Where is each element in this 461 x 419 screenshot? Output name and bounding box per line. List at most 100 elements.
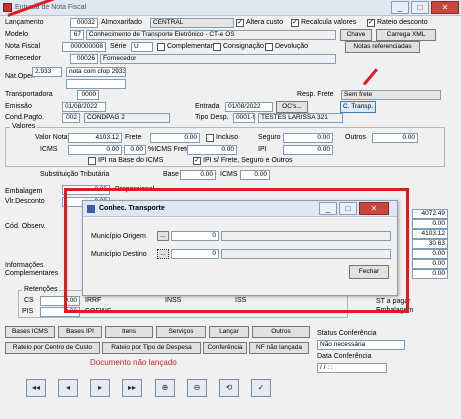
- modelo-label: Modelo: [5, 31, 28, 38]
- tab-conferencia[interactable]: Conferência: [203, 342, 247, 354]
- icms-frete-label: %ICMS Frete: [148, 146, 191, 153]
- tab-lancar[interactable]: Lançar: [209, 326, 249, 338]
- ipi-base-icms-checkbox[interactable]: [88, 157, 96, 165]
- incluso-label: Incluso: [216, 134, 239, 141]
- ipi-s-frete-checkbox[interactable]: ✓: [193, 157, 201, 165]
- vl-desconto-label: Vlr.Desconto: [5, 198, 45, 205]
- modal-maximize-button[interactable]: □: [339, 202, 357, 215]
- recalcula-valores-checkbox[interactable]: ✓: [291, 19, 299, 27]
- valor-nota-field[interactable]: 4103.12: [68, 133, 122, 143]
- resp-frete-select[interactable]: Sem frete: [341, 90, 441, 100]
- tab-rateio-centro-custo[interactable]: Rateio por Centro de Custo: [5, 342, 100, 354]
- serie-field[interactable]: U: [131, 42, 153, 52]
- fornecedor-name: Fornecedor: [100, 54, 336, 64]
- icms-frete-field[interactable]: 0.00: [124, 145, 146, 155]
- annotation-arrow-2: [362, 68, 379, 86]
- tab-servicos[interactable]: Serviços: [156, 326, 206, 338]
- municipio-origem-lookup-button[interactable]: ...: [157, 231, 169, 241]
- tab-itens[interactable]: Itens: [105, 326, 153, 338]
- c-transp-button[interactable]: C. Transp.: [340, 101, 376, 113]
- last-record-button[interactable]: ▸▸: [122, 379, 142, 397]
- recalcula-valores-label: Recalcula valores: [301, 19, 357, 26]
- minimize-button[interactable]: _: [391, 1, 409, 14]
- lancamento-field[interactable]: 00032: [70, 18, 98, 28]
- tipo-desp-code[interactable]: 0001-9: [233, 113, 255, 123]
- transportadora-field[interactable]: 0000: [77, 90, 99, 100]
- first-record-button[interactable]: ◂◂: [26, 379, 46, 397]
- app-icon: [3, 3, 12, 12]
- nat-oper-desc: nota com cfop 2933: [66, 67, 126, 77]
- seguro-field[interactable]: 0.00: [283, 133, 333, 143]
- right-value: 0.00: [412, 269, 448, 279]
- municipio-destino-lookup-button[interactable]: ...: [157, 249, 169, 259]
- ipi-field[interactable]: 0.00: [283, 145, 333, 155]
- lancamento-label: Lançamento: [5, 19, 44, 26]
- icms-field[interactable]: 0.00: [68, 145, 122, 155]
- complementar-checkbox[interactable]: [157, 43, 165, 51]
- prev-record-button[interactable]: ◂: [58, 379, 78, 397]
- status-conf-label: Status Conferência: [317, 330, 377, 337]
- subst-icms-label: ICMS: [220, 171, 238, 178]
- tab-outros[interactable]: Outros: [252, 326, 310, 338]
- ocs-button[interactable]: OC's...: [276, 101, 308, 113]
- municipio-origem-name: [221, 231, 391, 241]
- fornecedor-code[interactable]: 00026: [70, 54, 98, 64]
- subst-base-field[interactable]: 0.00: [180, 170, 216, 180]
- modal-close-button[interactable]: ✕: [359, 202, 389, 215]
- refresh-button[interactable]: ⟲: [219, 379, 239, 397]
- municipio-destino-name: [221, 249, 391, 259]
- frete-field[interactable]: 0.00: [150, 133, 200, 143]
- municipio-destino-code[interactable]: 0: [171, 249, 219, 259]
- serie-label: Série: [110, 43, 127, 50]
- icms-frete-value[interactable]: 0.00: [187, 145, 237, 155]
- cond-pagto-code[interactable]: 002: [62, 113, 80, 123]
- seguro-label: Seguro: [258, 134, 281, 141]
- delete-record-button[interactable]: ⊖: [187, 379, 207, 397]
- valores-title: Valores: [10, 123, 38, 130]
- outros-label: Outros: [345, 134, 367, 141]
- nat-oper-label: Nat.Oper.: [5, 73, 35, 80]
- next-record-button[interactable]: ▸: [90, 379, 110, 397]
- tab-rateio-tipo-despesa[interactable]: Rateio por Tipo de Despesa: [102, 342, 201, 354]
- chave-button[interactable]: Chave: [340, 29, 372, 41]
- right-value: 0.00: [412, 249, 448, 259]
- status-conf-field: Não necessária: [317, 340, 405, 350]
- nota-fiscal-field[interactable]: 000000008: [62, 42, 106, 52]
- tab-nf-nao-lancada[interactable]: NF não lançada: [249, 342, 309, 354]
- almoxarifado-select[interactable]: CENTRAL: [150, 18, 234, 28]
- cond-pagto-desc: CONDPAG 2: [84, 113, 170, 123]
- post-button[interactable]: ✓: [251, 379, 271, 397]
- notas-referenciadas-button[interactable]: Notas referenciadas: [345, 41, 420, 53]
- nota-fiscal-label: Nota Fiscal: [5, 43, 41, 50]
- fechar-button[interactable]: Fechar: [349, 265, 389, 279]
- nat-oper-code[interactable]: 2.933: [32, 67, 62, 77]
- modal-minimize-button[interactable]: _: [319, 202, 337, 215]
- devolucao-checkbox[interactable]: [265, 43, 273, 51]
- close-button[interactable]: ✕: [431, 1, 459, 14]
- data-conf-field[interactable]: / / : :: [317, 363, 387, 373]
- tipo-desp-desc: TESTES LARISSA 321: [258, 113, 343, 123]
- tab-bases-icms[interactable]: Bases ICMS: [5, 326, 55, 338]
- modelo-code[interactable]: 67: [70, 30, 84, 40]
- rateio-desconto-checkbox[interactable]: ✓: [367, 19, 375, 27]
- subst-icms-field[interactable]: 0.00: [240, 170, 270, 180]
- consignacao-label: Consignação: [223, 43, 264, 50]
- municipio-origem-code[interactable]: 0: [171, 231, 219, 241]
- emissao-field[interactable]: 01/08/2022: [62, 102, 106, 112]
- ipi-label: IPI: [258, 146, 267, 153]
- altera-custo-label: Altera custo: [246, 19, 283, 26]
- altera-custo-checkbox[interactable]: ✓: [236, 19, 244, 27]
- tab-bases-ipi[interactable]: Bases IPI: [58, 326, 102, 338]
- incluso-checkbox[interactable]: [206, 134, 214, 142]
- insert-record-button[interactable]: ⊕: [155, 379, 175, 397]
- right-value: 30.63: [412, 239, 448, 249]
- right-value: 0.00: [412, 259, 448, 269]
- entrada-field[interactable]: 01/08/2022: [225, 102, 273, 112]
- consignacao-checkbox[interactable]: [213, 43, 221, 51]
- cod-observ-label: Cód. Observ.: [5, 223, 46, 230]
- municipio-destino-label: Município Destino: [91, 251, 147, 258]
- outros-field[interactable]: 0.00: [372, 133, 418, 143]
- info-compl-label: Informações Complementares: [5, 262, 59, 277]
- maximize-button[interactable]: □: [411, 1, 429, 14]
- carrega-xml-button[interactable]: Carrega XML: [376, 29, 436, 41]
